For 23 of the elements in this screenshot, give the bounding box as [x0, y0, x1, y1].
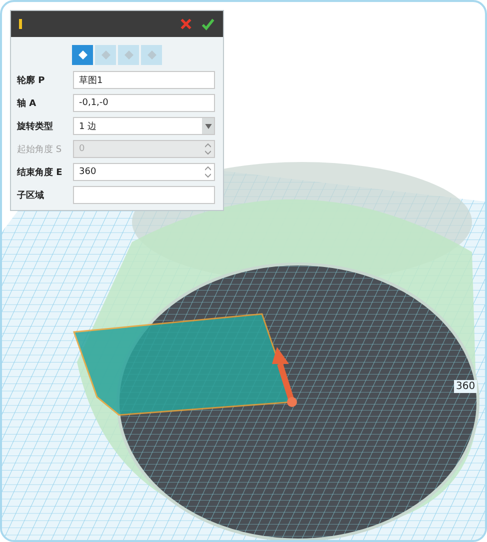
field-label: 子区域 — [17, 190, 45, 202]
spinner-arrows-icon[interactable] — [205, 166, 211, 178]
field-label: 轮廓 P — [17, 74, 46, 86]
close-icon[interactable] — [179, 17, 193, 31]
field-label: 轴 A — [17, 97, 38, 110]
checkmark-icon[interactable] — [201, 17, 215, 31]
spinner-field[interactable]: 360 — [73, 163, 215, 181]
dropdown-field[interactable]: 1 边 — [73, 117, 215, 135]
input-field[interactable] — [73, 186, 215, 204]
field-label: 旋转类型 — [17, 120, 54, 132]
field-label: 起始角度 S — [17, 144, 63, 156]
mode-button[interactable] — [72, 45, 93, 65]
diamond-icon — [76, 49, 88, 61]
diamond-icon — [100, 49, 112, 61]
input-field[interactable]: 草图1 — [73, 71, 215, 89]
angle-label: 360 — [454, 380, 478, 393]
diamond-icon — [146, 49, 158, 61]
input-field[interactable]: -0,1,-0 — [73, 94, 215, 112]
diamond-icon — [122, 49, 134, 61]
direction-arrow[interactable] — [272, 347, 297, 407]
field-label: 结束角度 E — [17, 166, 64, 178]
warning-icon — [19, 19, 22, 29]
spinner-arrows-icon[interactable] — [205, 143, 211, 155]
